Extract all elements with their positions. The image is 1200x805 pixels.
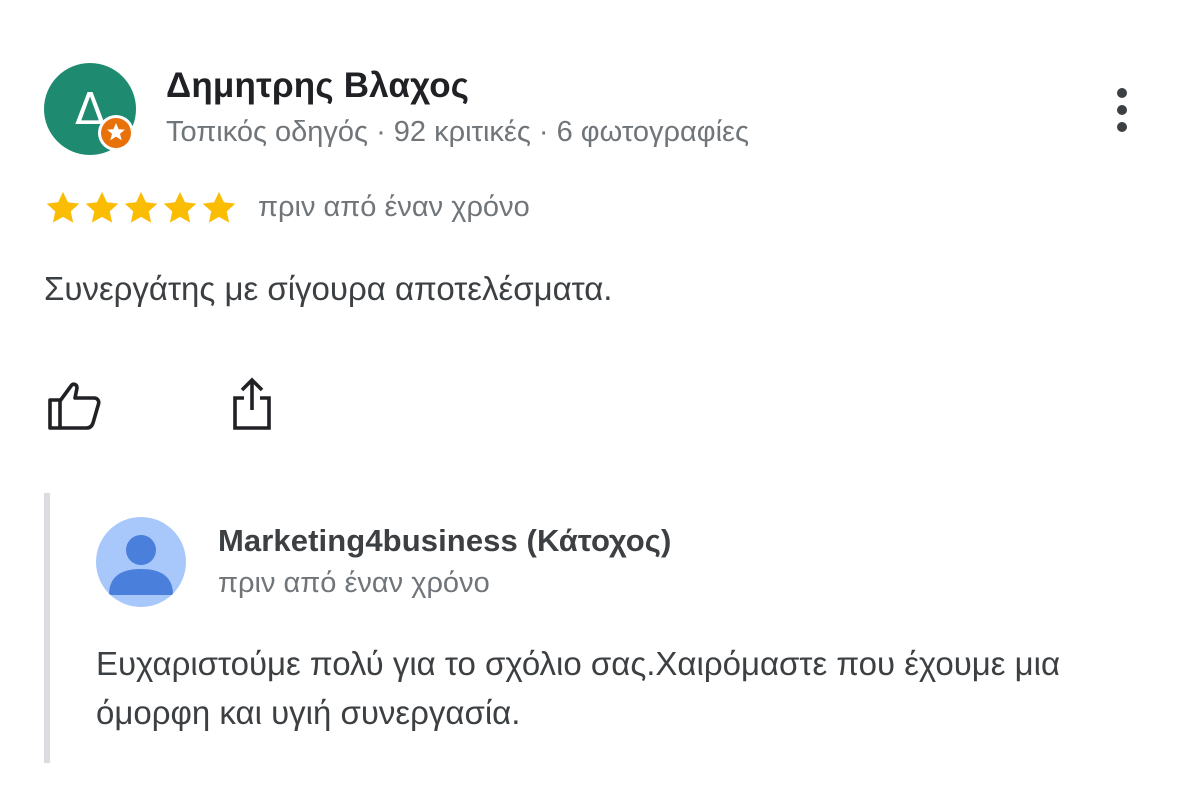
response-time: πριν από έναν χρόνο: [218, 567, 490, 599]
star-icon: [124, 191, 158, 223]
star-icon: [46, 191, 80, 223]
reviewer-name[interactable]: Δημητρης Βλαχος: [166, 66, 469, 106]
star-rating: [44, 189, 238, 229]
star-icon: [202, 191, 236, 223]
star-icon: [85, 191, 119, 223]
review-time: πριν από έναν χρόνο: [258, 191, 530, 223]
default-profile-icon[interactable]: [96, 517, 186, 607]
response-text: Ευχαριστούμε πολύ για το σχόλιο σας.Χαιρ…: [96, 645, 1061, 731]
response-divider: [44, 493, 50, 763]
more-vert-icon: [1117, 88, 1127, 98]
owner-name[interactable]: Marketing4business (Κάτοχος): [218, 523, 671, 559]
local-guide-badge-icon: [98, 115, 134, 151]
reviewer-meta: Τοπικός οδηγός · 92 κριτικές · 6 φωτογρα…: [166, 116, 749, 148]
owner-response: Marketing4business (Κάτοχος) πριν από έν…: [44, 493, 1154, 763]
review-text: Συνεργάτης με σίγουρα αποτελέσματα.: [44, 270, 613, 307]
more-options-button[interactable]: [1100, 80, 1144, 140]
thumbs-up-icon[interactable]: [42, 374, 106, 434]
review-card: Δ Δημητρης Βλαχος Τοπικός οδηγός · 92 κρ…: [0, 0, 1200, 805]
share-icon[interactable]: [222, 374, 282, 434]
star-icon: [163, 191, 197, 223]
more-vert-icon-dot: [1117, 105, 1127, 115]
more-vert-icon-dot: [1117, 122, 1127, 132]
